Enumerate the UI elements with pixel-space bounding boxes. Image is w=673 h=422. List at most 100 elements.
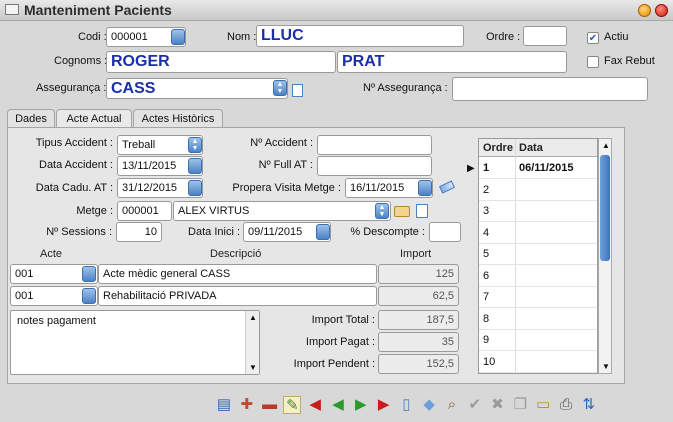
data-caducitat-label: Data Cadu. AT :: [35, 182, 113, 194]
next-icon[interactable]: ▶: [352, 396, 370, 414]
grid-row[interactable]: 5: [479, 244, 597, 265]
sort-az-icon[interactable]: ⇅: [580, 396, 598, 414]
nom-field[interactable]: LLUC: [256, 25, 464, 47]
nom-label: Nom :: [227, 31, 257, 43]
grid-row[interactable]: 9: [479, 330, 597, 351]
grid-cell-ordre: 8: [483, 312, 490, 325]
book-icon[interactable]: [394, 206, 410, 217]
grid-row[interactable]: 10: [479, 352, 597, 373]
cancel-icon[interactable]: ✖: [489, 396, 507, 414]
cognom2-field[interactable]: PRAT: [337, 51, 567, 73]
descompte-field[interactable]: [429, 222, 461, 242]
grid-scroll-thumb[interactable]: [600, 155, 610, 261]
tab-dades[interactable]: Dades: [7, 109, 55, 128]
acte-row-1-search-button[interactable]: [82, 266, 96, 282]
first-icon[interactable]: ◀: [306, 396, 324, 414]
grid-cell-ordre: 5: [483, 248, 490, 260]
grid-scroll-down-icon[interactable]: ▼: [602, 362, 610, 371]
close-button[interactable]: [655, 4, 668, 17]
data-inici-label: Data Inici :: [188, 226, 240, 238]
num-asseguranca-label: Nº Assegurança :: [363, 82, 448, 94]
asseguranca-dropdown-arrow[interactable]: ▲ ▼: [273, 80, 287, 96]
import-total-field[interactable]: 187,5: [378, 310, 459, 330]
new-document-icon[interactable]: ▯: [397, 396, 415, 414]
document-icon[interactable]: [292, 84, 303, 97]
descompte-label: % Descompte :: [350, 226, 425, 238]
previous-icon[interactable]: ◀: [329, 396, 347, 414]
list-icon[interactable]: ▤: [215, 396, 233, 414]
grid-row[interactable]: 1 06/11/2015: [479, 158, 597, 179]
add-record-icon[interactable]: ✚: [238, 396, 256, 414]
data-inici-calendar-button[interactable]: [316, 224, 330, 240]
tipus-accident-dropdown-arrow[interactable]: ▲ ▼: [188, 137, 202, 153]
metge-dropdown-arrow[interactable]: ▲ ▼: [375, 203, 389, 219]
num-full-at-field[interactable]: [317, 156, 432, 176]
acte-row-2-import[interactable]: 62,5: [378, 286, 459, 306]
fax-checkbox[interactable]: [587, 56, 599, 68]
propera-visita-label: Propera Visita Metge :: [232, 182, 341, 194]
cognom1-field[interactable]: ROGER: [106, 51, 336, 73]
grid-row[interactable]: 8: [479, 309, 597, 330]
grid-cell-ordre: 6: [483, 269, 490, 282]
grid-header-ordre[interactable]: Ordre: [483, 142, 513, 154]
window-title: Manteniment Pacients: [24, 2, 172, 18]
visits-grid[interactable]: Ordre Data 1 06/11/2015 2 3 4 5 6 7 8 9 10: [478, 138, 598, 374]
acte-row-2-descripcio[interactable]: Rehabilitació PRIVADA: [98, 286, 377, 306]
remove-record-icon[interactable]: ▬: [261, 396, 279, 414]
current-row-arrow-icon: ▶: [467, 163, 475, 174]
new-document-icon[interactable]: [416, 204, 428, 218]
copy-icon[interactable]: ❐: [511, 396, 529, 414]
acte-row-2-search-button[interactable]: [82, 288, 96, 304]
grid-row[interactable]: 3: [479, 201, 597, 222]
tab-acte-actual[interactable]: Acte Actual: [56, 109, 132, 129]
notes-textarea[interactable]: notes pagament ▲ ▼: [10, 310, 260, 375]
num-full-at-label: Nº Full AT :: [258, 159, 313, 171]
import-pendent-label: Import Pendent :: [293, 358, 375, 370]
num-asseguranca-field[interactable]: [452, 77, 648, 101]
import-pendent-field[interactable]: 152,5: [378, 354, 459, 374]
ordre-field[interactable]: [523, 26, 567, 46]
sessions-field[interactable]: 10: [116, 222, 162, 242]
grid-row[interactable]: 7: [479, 287, 597, 308]
confirm-icon[interactable]: ✔: [466, 396, 484, 414]
codi-label: Codi :: [78, 31, 107, 43]
book-icon[interactable]: ▭: [534, 396, 552, 414]
grid-cell-ordre: 4: [483, 226, 490, 239]
cognoms-label: Cognoms :: [54, 55, 108, 67]
eraser-icon[interactable]: ◆: [420, 396, 438, 414]
scroll-up-icon[interactable]: ▲: [249, 313, 257, 322]
actiu-checkbox[interactable]: ✔: [587, 32, 599, 44]
data-caducitat-calendar-button[interactable]: [188, 180, 202, 196]
grid-row[interactable]: 2: [479, 180, 597, 201]
propera-visita-calendar-button[interactable]: [418, 180, 432, 196]
grid-scrollbar[interactable]: ▲ ▼: [598, 138, 612, 374]
asseguranca-label: Assegurança :: [36, 82, 107, 94]
edit-record-icon[interactable]: ✎: [283, 396, 302, 414]
print-icon[interactable]: ⎙: [557, 396, 575, 414]
metge-nom-select[interactable]: ALEX VIRTUS: [173, 201, 391, 221]
acte-row-1-descripcio[interactable]: Acte mèdic general CASS: [98, 264, 377, 284]
tab-actes-historics[interactable]: Actes Històrics: [133, 109, 223, 128]
notes-scrollbar[interactable]: ▲ ▼: [245, 311, 259, 374]
grid-header-data[interactable]: Data: [519, 142, 543, 154]
grid-row[interactable]: 6: [479, 266, 597, 287]
num-accident-field[interactable]: [317, 135, 432, 155]
data-accident-calendar-button[interactable]: [188, 158, 202, 174]
acte-row-1-import[interactable]: 125: [378, 264, 459, 284]
asseguranca-select[interactable]: CASS: [106, 78, 288, 99]
grid-cell-ordre: 2: [483, 183, 490, 196]
fax-label: Fax Rebut: [604, 55, 655, 67]
num-accident-label: Nº Accident :: [250, 137, 313, 149]
grid-cell-ordre: 9: [483, 334, 490, 346]
grid-scroll-up-icon[interactable]: ▲: [602, 141, 610, 150]
scroll-down-icon[interactable]: ▼: [249, 363, 257, 372]
codi-search-button[interactable]: [171, 29, 185, 45]
last-icon[interactable]: ▶: [375, 396, 393, 414]
metge-codi-field[interactable]: 000001: [117, 201, 172, 221]
search-icon[interactable]: ⌕: [443, 396, 461, 414]
minimize-button[interactable]: [638, 4, 651, 17]
import-pagat-field[interactable]: 35: [378, 332, 459, 352]
grid-row[interactable]: 4: [479, 223, 597, 244]
tipus-accident-label: Tipus Accident :: [35, 137, 113, 149]
metge-label: Metge :: [76, 205, 113, 217]
